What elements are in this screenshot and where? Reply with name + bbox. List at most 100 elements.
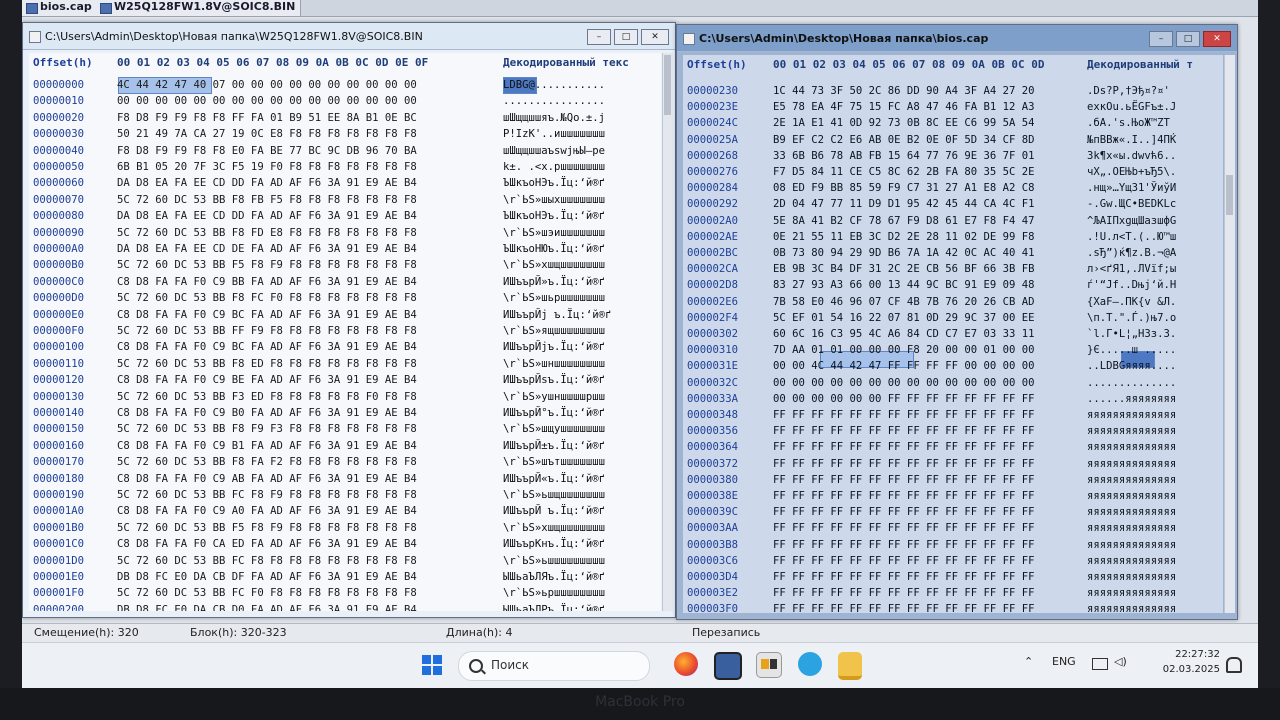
- row-decoded[interactable]: яяяяяяяяяяяяяя: [1087, 488, 1176, 504]
- row-decoded[interactable]: ИШъърЙ ъ.Їц:‘й®ґ: [503, 503, 605, 519]
- hex-view[interactable]: Offset(h) 00 01 02 03 04 05 06 07 08 09 …: [29, 53, 661, 611]
- firefox-icon[interactable]: [674, 652, 698, 676]
- row-decoded[interactable]: чХ„.ОЕЊb+ъЂ5\.: [1087, 164, 1176, 180]
- window-titlebar[interactable]: C:\Users\Admin\Desktop\Новая папка\bios.…: [677, 25, 1237, 52]
- row-bytes[interactable]: 33 6B B6 78 AB FB 15 64 77 76 9E 36 7F 0…: [773, 148, 1035, 164]
- row-bytes[interactable]: 60 6C 16 C3 95 4C A6 84 CD C7 E7 03 33 1…: [773, 326, 1035, 342]
- row-offset[interactable]: 000002BC: [687, 245, 738, 261]
- scrollbar-thumb[interactable]: [1226, 175, 1233, 215]
- row-bytes[interactable]: FF FF FF FF FF FF FF FF FF FF FF FF FF F…: [773, 407, 1035, 423]
- row-decoded[interactable]: ЪШкъоНЭъ.Їц:‘й®ґ: [503, 208, 605, 224]
- row-bytes[interactable]: C8 D8 FA FA F0 CA ED FA AD AF F6 3A 91 E…: [117, 536, 417, 552]
- row-decoded[interactable]: .!U.л<Т.(..Ю™ш: [1087, 229, 1176, 245]
- row-offset[interactable]: 00000180: [33, 471, 84, 487]
- row-decoded[interactable]: ^ЉAІПxgщШaзшфG: [1087, 213, 1176, 229]
- row-bytes[interactable]: FF FF FF FF FF FF FF FF FF FF FF FF FF F…: [773, 423, 1035, 439]
- row-decoded[interactable]: \r`ЬS»ьшшшшшшшшш: [503, 553, 605, 569]
- row-offset[interactable]: 000002D8: [687, 277, 738, 293]
- row-decoded[interactable]: -.Gw.ЩС•BEDKLс: [1087, 196, 1176, 212]
- row-bytes[interactable]: 5C 72 60 DC 53 BB F3 ED F8 F8 F8 F8 F8 F…: [117, 389, 417, 405]
- row-offset[interactable]: 0000033A: [687, 391, 738, 407]
- row-decoded[interactable]: яяяяяяяяяяяяяя: [1087, 472, 1176, 488]
- row-bytes[interactable]: 5C EF 01 54 16 22 07 81 0D 29 9C 37 00 E…: [773, 310, 1035, 326]
- row-bytes[interactable]: C8 D8 FA FA F0 C9 BC FA AD AF F6 3A 91 E…: [117, 339, 417, 355]
- row-bytes[interactable]: 5E 8A 41 B2 CF 78 67 F9 D8 61 E7 F8 F4 4…: [773, 213, 1035, 229]
- row-bytes[interactable]: 4C 44 42 47 40 07 00 00 00 00 00 00 00 0…: [117, 77, 417, 93]
- row-bytes[interactable]: DB D8 FC E0 DA CB DF FA AD AF F6 3A 91 E…: [117, 569, 417, 585]
- row-bytes[interactable]: DA D8 EA FA EE CD DD FA AD AF F6 3A 91 E…: [117, 175, 417, 191]
- row-bytes[interactable]: 5C 72 60 DC 53 BB F8 FB F5 F8 F8 F8 F8 F…: [117, 192, 417, 208]
- language-indicator[interactable]: ENG: [1052, 655, 1076, 668]
- row-bytes[interactable]: C8 D8 FA FA F0 C9 BE FA AD AF F6 3A 91 E…: [117, 372, 417, 388]
- row-bytes[interactable]: 0B 73 80 94 29 9D B6 7A 1A 42 0C AC 40 4…: [773, 245, 1035, 261]
- row-decoded[interactable]: \r`ЬS»ушншшшшршш: [503, 389, 605, 405]
- row-bytes[interactable]: 1C 44 73 3F 50 2C 86 DD 90 A4 3F A4 27 2…: [773, 83, 1035, 99]
- clock[interactable]: 22:27:32 02.03.2025: [1163, 647, 1220, 677]
- row-offset[interactable]: 00000060: [33, 175, 84, 191]
- row-offset[interactable]: 00000230: [687, 83, 738, 99]
- row-decoded[interactable]: .бA.'s.ЊоЖ™ZT: [1087, 115, 1170, 131]
- row-bytes[interactable]: FF FF FF FF FF FF FF FF FF FF FF FF FF F…: [773, 569, 1035, 585]
- row-decoded[interactable]: \r`ЬS»шщушшшшшшш: [503, 421, 605, 437]
- taskbar-search[interactable]: Поиск: [458, 651, 650, 681]
- row-offset[interactable]: 00000284: [687, 180, 738, 196]
- row-bytes[interactable]: FF FF FF FF FF FF FF FF FF FF FF FF FF F…: [773, 472, 1035, 488]
- row-decoded[interactable]: ................: [503, 93, 605, 109]
- row-offset[interactable]: 000003B8: [687, 537, 738, 553]
- row-decoded[interactable]: ЪШкъоНЮъ.Їц:‘й®ґ: [503, 241, 605, 257]
- row-decoded[interactable]: \r`ЬS»шьршшшшшшш: [503, 290, 605, 306]
- tab-w25q128[interactable]: W25Q128FW1.8V@SOIC8.BIN: [96, 0, 301, 16]
- row-decoded[interactable]: 3k¶x«ы.dwvћ6..: [1087, 148, 1176, 164]
- row-offset[interactable]: 00000120: [33, 372, 84, 388]
- row-offset[interactable]: 00000380: [687, 472, 738, 488]
- row-bytes[interactable]: FF FF FF FF FF FF FF FF FF FF FF FF FF F…: [773, 456, 1035, 472]
- row-offset[interactable]: 0000025A: [687, 132, 738, 148]
- row-bytes[interactable]: 83 27 93 A3 66 00 13 44 9C BC 91 E9 09 4…: [773, 277, 1035, 293]
- row-decoded[interactable]: ..............: [1087, 375, 1176, 391]
- row-offset[interactable]: 000003F0: [687, 601, 738, 613]
- row-bytes[interactable]: FF FF FF FF FF FF FF FF FF FF FF FF FF F…: [773, 553, 1035, 569]
- row-offset[interactable]: 0000031E: [687, 358, 738, 374]
- network-icon[interactable]: [1092, 658, 1108, 670]
- row-bytes[interactable]: FF FF FF FF FF FF FF FF FF FF FF FF FF F…: [773, 520, 1035, 536]
- row-decoded[interactable]: шШщщшшяъ.№Qo.±.j: [503, 110, 605, 126]
- row-decoded[interactable]: `l.Г•L¦„НЗз.3.: [1087, 326, 1176, 342]
- row-decoded[interactable]: \r`ЬS»хшщшшшшшшш: [503, 257, 605, 273]
- row-decoded[interactable]: }Є.....ш .....: [1087, 342, 1176, 358]
- row-offset[interactable]: 00000302: [687, 326, 738, 342]
- row-decoded[interactable]: яяяяяяяяяяяяяя: [1087, 456, 1176, 472]
- row-offset[interactable]: 000003C6: [687, 553, 738, 569]
- row-bytes[interactable]: B9 EF C2 C2 E6 AB 0E B2 0E 0F 5D 34 CF 8…: [773, 132, 1035, 148]
- row-offset[interactable]: 00000150: [33, 421, 84, 437]
- row-decoded[interactable]: яяяяяяяяяяяяяя: [1087, 553, 1176, 569]
- row-offset[interactable]: 00000160: [33, 438, 84, 454]
- row-offset[interactable]: 00000000: [33, 77, 84, 93]
- row-bytes[interactable]: 5C 72 60 DC 53 BB F8 FA F2 F8 F8 F8 F8 F…: [117, 454, 417, 470]
- row-bytes[interactable]: 2D 04 47 77 11 D9 D1 95 42 45 44 CA 4C F…: [773, 196, 1035, 212]
- row-offset[interactable]: 00000100: [33, 339, 84, 355]
- row-bytes[interactable]: E5 78 EA 4F 75 15 FC A8 47 46 FA B1 12 A…: [773, 99, 1035, 115]
- row-decoded[interactable]: P!IzK'..ишшшшшшш: [503, 126, 605, 142]
- row-bytes[interactable]: 00 00 00 00 00 00 00 00 00 00 00 00 00 0…: [773, 375, 1035, 391]
- row-offset[interactable]: 00000364: [687, 439, 738, 455]
- telegram-icon[interactable]: [798, 652, 822, 676]
- row-bytes[interactable]: 5C 72 60 DC 53 BB F5 F8 F9 F8 F8 F8 F8 F…: [117, 257, 417, 273]
- row-bytes[interactable]: FF FF FF FF FF FF FF FF FF FF FF FF FF F…: [773, 585, 1035, 601]
- chevron-up-icon[interactable]: ⌃: [1024, 655, 1033, 668]
- row-offset[interactable]: 00000268: [687, 148, 738, 164]
- row-bytes[interactable]: FF FF FF FF FF FF FF FF FF FF FF FF FF F…: [773, 439, 1035, 455]
- row-decoded[interactable]: \r`ЬS»ьршшшшшшшш: [503, 585, 605, 601]
- row-offset[interactable]: 000002E6: [687, 294, 738, 310]
- row-bytes[interactable]: EB 9B 3C B4 DF 31 2C 2E CB 56 BF 66 3B F…: [773, 261, 1035, 277]
- row-bytes[interactable]: 08 ED F9 BB 85 59 F9 C7 31 27 A1 E8 A2 C…: [773, 180, 1035, 196]
- row-offset[interactable]: 000000B0: [33, 257, 84, 273]
- row-decoded[interactable]: ЫШьаЪЛРъ.Їц:‘й®ґ: [503, 602, 605, 611]
- row-offset[interactable]: 000003E2: [687, 585, 738, 601]
- row-offset[interactable]: 000003AA: [687, 520, 738, 536]
- row-decoded[interactable]: \r`ЬS»ьшщшшшшшшш: [503, 487, 605, 503]
- row-offset[interactable]: 00000140: [33, 405, 84, 421]
- row-offset[interactable]: 000000A0: [33, 241, 84, 257]
- row-decoded[interactable]: яяяяяяяяяяяяяя: [1087, 423, 1176, 439]
- row-decoded[interactable]: k±. .<x.pшшшшшшш: [503, 159, 605, 175]
- row-offset[interactable]: 0000024C: [687, 115, 738, 131]
